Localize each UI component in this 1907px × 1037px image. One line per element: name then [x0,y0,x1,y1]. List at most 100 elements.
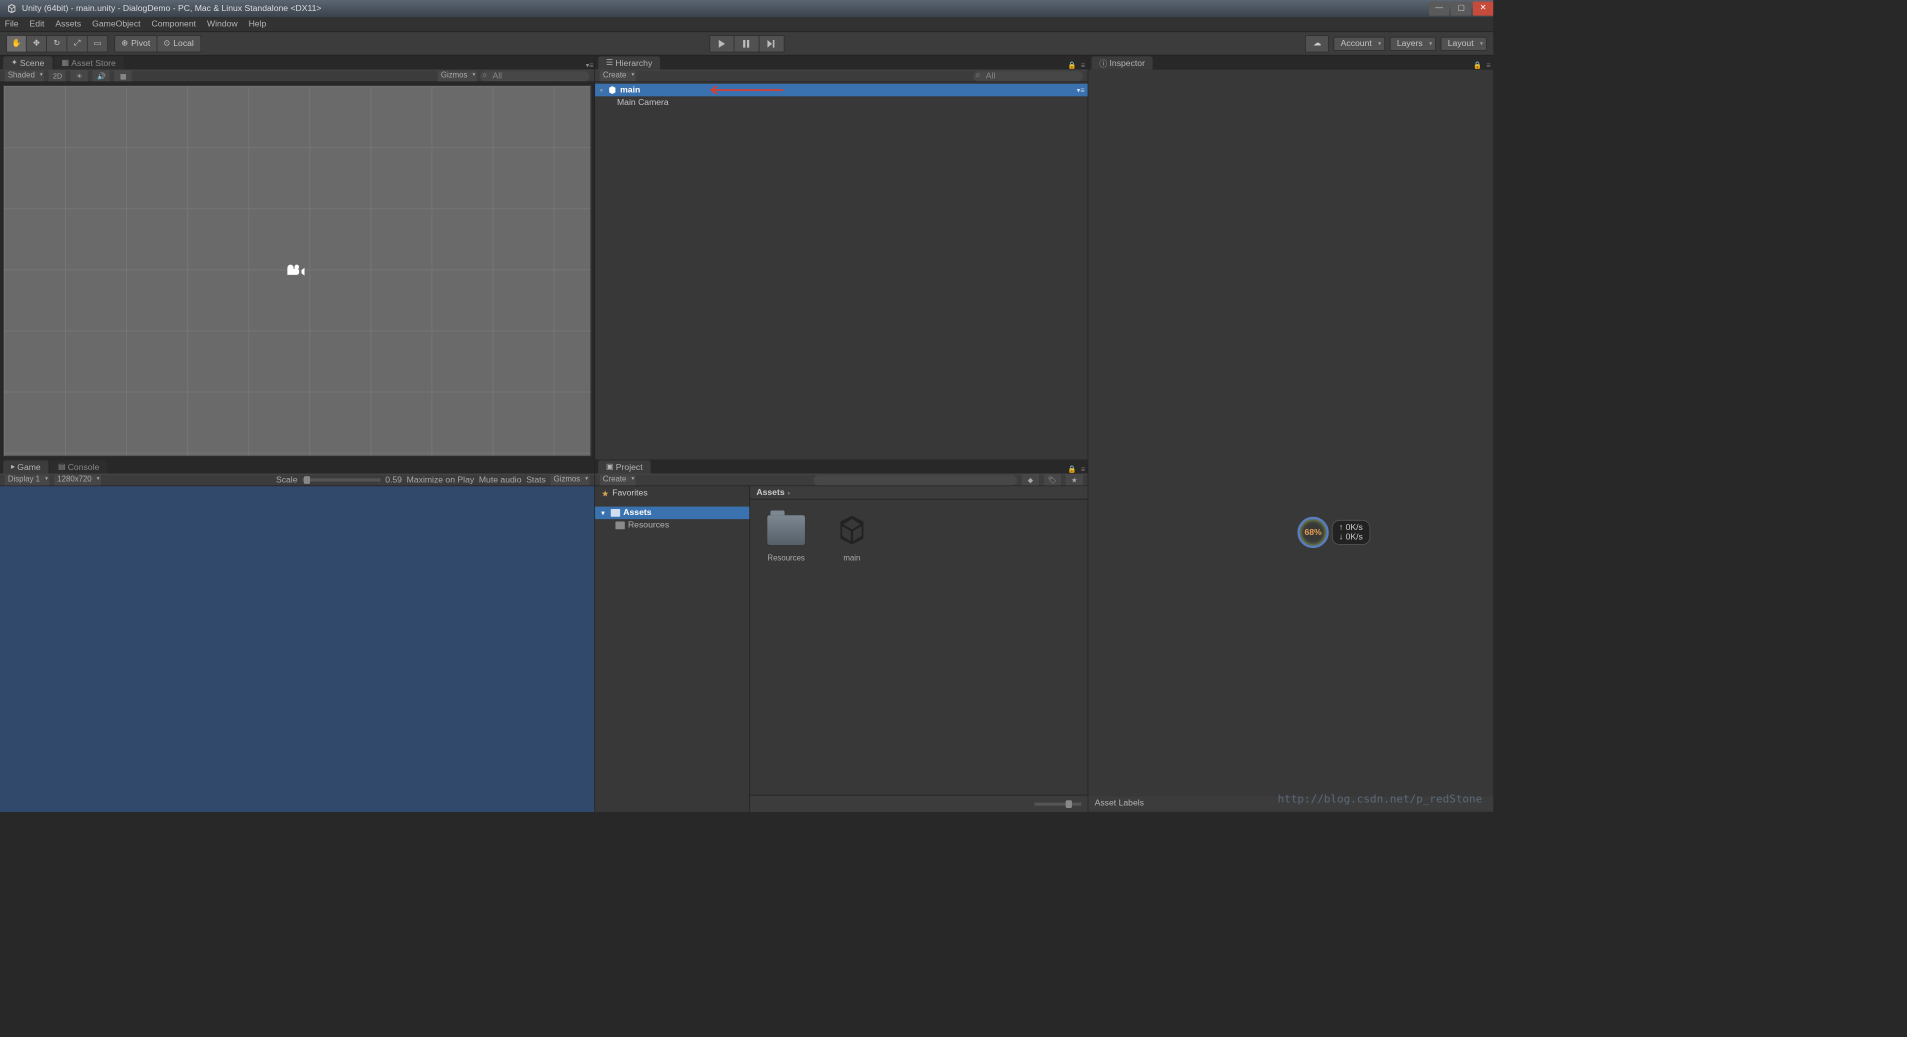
pivot-toggle[interactable]: ⊕ Pivot [114,35,157,52]
scene-toolbar: Shaded 2D ☀ 🔊 ▦ Gizmos All [0,70,594,83]
panel-menu-icon[interactable]: ≡ [1484,61,1493,70]
project-tree-resources[interactable]: Resources [595,519,749,532]
camera-gizmo-icon[interactable] [285,264,304,280]
window-titlebar: Unity (64bit) - main.unity - DialogDemo … [0,0,1493,17]
shaded-dropdown[interactable]: Shaded [5,71,45,81]
game-toolbar: Display 1 1280x720 Scale 0.59 Maximize o… [0,474,594,487]
panel-lock-icon[interactable]: 🔒 [1067,465,1076,474]
network-speeds: ↑ 0K/s ↓ 0K/s [1332,520,1370,545]
scene-view[interactable] [3,85,591,456]
filter-by-label-icon[interactable]: 🏷 [1044,474,1061,485]
tab-scene[interactable]: ✦ Scene [3,56,52,69]
close-button[interactable]: ✕ [1473,2,1493,16]
menu-file[interactable]: File [5,20,19,29]
main-toolbar: ✋ ✥ ↻ ⤢ ▭ ⊕ Pivot ⊙ Local ☁ Account Laye… [0,32,1493,55]
cloud-button[interactable]: ☁ [1305,35,1328,52]
audio-toggle-icon[interactable]: 🔊 [93,70,110,81]
step-button[interactable] [759,35,784,52]
mute-audio-toggle[interactable]: Mute audio [479,475,522,484]
scene-panel-tabs: ✦ Scene ▦ Asset Store ▾≡ [0,56,594,70]
move-tool-button[interactable]: ✥ [27,35,47,52]
minimize-button[interactable]: — [1429,2,1449,16]
window-title: Unity (64bit) - main.unity - DialogDemo … [22,4,322,13]
filter-by-type-icon[interactable]: ◆ [1022,474,1039,485]
annotation-arrow-icon [705,85,783,94]
hierarchy-search-input[interactable]: All [973,71,1083,81]
scale-slider[interactable] [302,478,380,481]
pivot-toggle-group: ⊕ Pivot ⊙ Local [114,35,201,52]
fx-toggle-icon[interactable]: ▦ [115,70,132,81]
play-button[interactable] [709,35,734,52]
tab-project[interactable]: ▣ Project [598,460,650,473]
panel-lock-icon[interactable]: 🔒 [1067,61,1076,70]
scale-tool-button[interactable]: ⤢ [67,35,87,52]
favorites-header[interactable]: ★Favorites [595,486,749,500]
menu-help[interactable]: Help [249,20,267,29]
menu-assets[interactable]: Assets [55,20,81,29]
panel-menu-icon[interactable]: ≡ [1078,61,1087,70]
hierarchy-item-label: Main Camera [617,98,669,107]
menu-edit[interactable]: Edit [30,20,45,29]
network-monitor-widget[interactable]: 68% ↑ 0K/s ↓ 0K/s [1297,517,1391,548]
menu-component[interactable]: Component [151,20,196,29]
asset-item-resources[interactable]: Resources [761,511,811,563]
tab-hierarchy[interactable]: ☰ Hierarchy [598,56,660,69]
lighting-toggle-icon[interactable]: ☀ [71,70,88,81]
tab-game[interactable]: ▸ Game [3,460,48,473]
scene-search-input[interactable]: All [480,71,590,81]
maximize-on-play-toggle[interactable]: Maximize on Play [407,475,474,484]
tab-console[interactable]: ▤ Console [50,460,107,473]
mode-2d-toggle[interactable]: 2D [49,70,66,81]
network-percent-ring: 68% [1297,517,1328,548]
hierarchy-tree[interactable]: ▾ main ▾≡ Main Camera [595,82,1088,459]
account-dropdown[interactable]: Account [1334,36,1385,50]
inspector-body: Asset Labels [1088,70,1493,812]
asset-grid[interactable]: Resources main [750,500,1087,795]
hierarchy-toolbar: Create All [595,70,1088,83]
project-create-dropdown[interactable]: Create [600,475,636,485]
hierarchy-panel-tabs: ☰ Hierarchy 🔒≡ [595,56,1088,70]
rotate-tool-button[interactable]: ↻ [47,35,67,52]
menu-bar: File Edit Assets GameObject Component Wi… [0,17,1493,32]
panel-menu-icon[interactable]: ▾≡ [585,61,594,70]
thumbnail-size-slider[interactable] [1034,802,1081,805]
layout-dropdown[interactable]: Layout [1441,36,1487,50]
panel-menu-icon[interactable]: ≡ [1078,465,1087,474]
layers-dropdown[interactable]: Layers [1390,36,1436,50]
save-search-icon[interactable]: ★ [1066,474,1083,485]
tab-inspector[interactable]: ⓘ Inspector [1092,56,1153,69]
hierarchy-scene-row[interactable]: ▾ main ▾≡ [595,84,1088,97]
tab-asset-store[interactable]: ▦ Asset Store [54,56,124,69]
expand-icon[interactable]: ▾ [601,509,609,516]
project-sidebar[interactable]: ★Favorites ▾ Assets Resources [595,486,750,812]
hierarchy-item-main-camera[interactable]: Main Camera [595,96,1088,109]
project-breadcrumb[interactable]: Assets› [750,486,1087,499]
game-gizmos-dropdown[interactable]: Gizmos [551,475,590,485]
folder-icon [615,521,624,529]
expand-icon[interactable]: ▾ [600,87,608,94]
project-toolbar: Create ◆ 🏷 ★ [595,474,1088,487]
gizmos-dropdown[interactable]: Gizmos [438,71,477,81]
local-toggle[interactable]: ⊙ Local [157,35,201,52]
scene-options-icon[interactable]: ▾≡ [1077,86,1085,95]
rect-tool-button[interactable]: ▭ [88,35,108,52]
menu-window[interactable]: Window [207,20,238,29]
unity-scene-icon [831,511,873,550]
project-body: ★Favorites ▾ Assets Resources Assets› [595,486,1088,812]
display-dropdown[interactable]: Display 1 [5,475,50,485]
asset-item-main[interactable]: main [827,511,877,563]
project-search-input[interactable] [814,475,1018,485]
stats-toggle[interactable]: Stats [526,475,546,484]
pause-button[interactable] [734,35,759,52]
menu-gameobject[interactable]: GameObject [92,20,140,29]
project-footer [750,795,1087,812]
resolution-dropdown[interactable]: 1280x720 [54,475,101,485]
hand-tool-button[interactable]: ✋ [6,35,26,52]
play-controls [709,35,784,52]
scale-label: Scale [276,475,298,484]
game-view[interactable] [0,486,594,812]
maximize-button[interactable]: ▢ [1451,2,1471,16]
panel-lock-icon[interactable]: 🔒 [1473,61,1482,70]
project-tree-assets[interactable]: ▾ Assets [595,507,749,520]
hierarchy-create-dropdown[interactable]: Create [600,71,636,81]
